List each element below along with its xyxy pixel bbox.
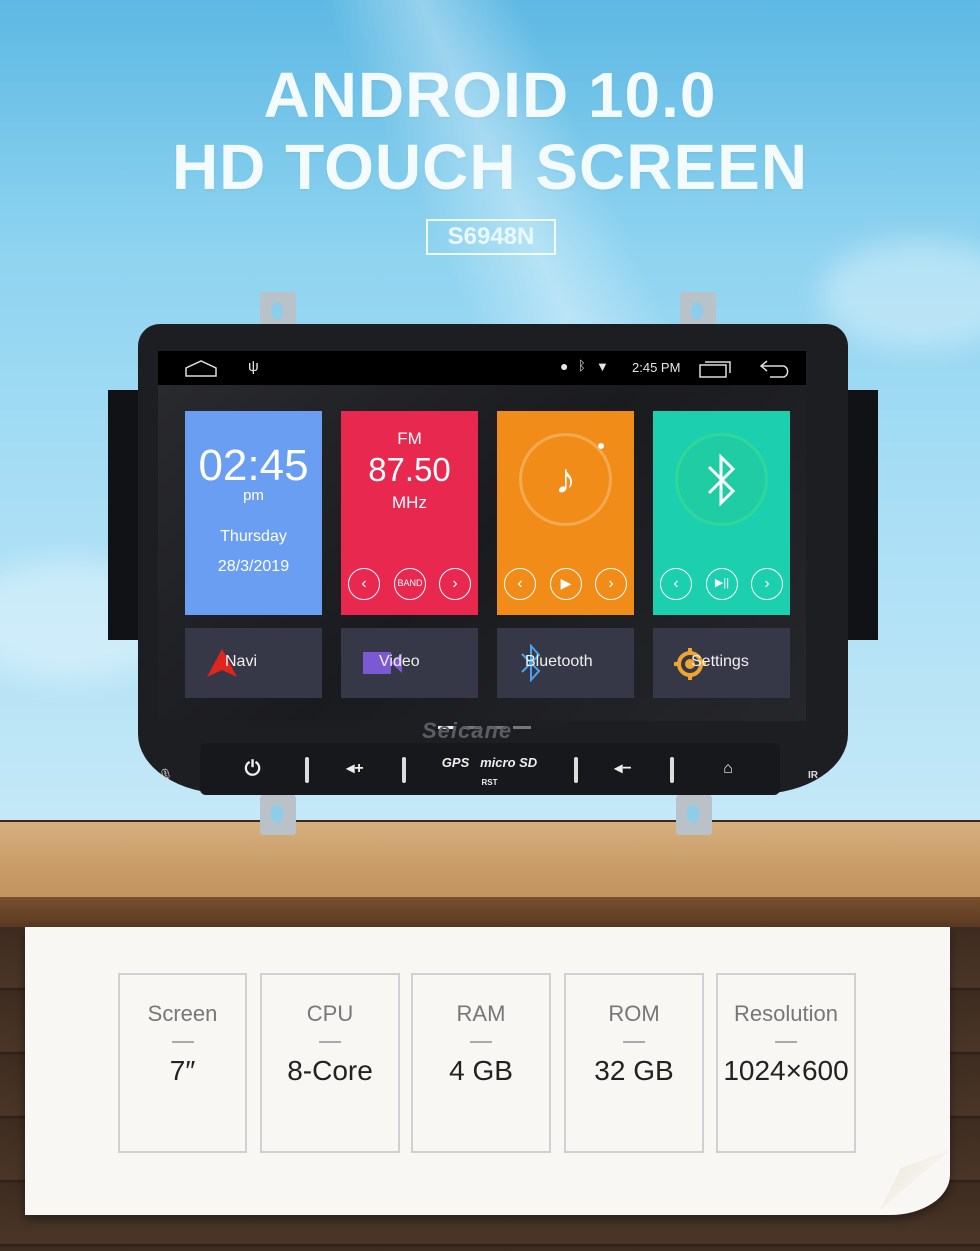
brand-logo: Seicane bbox=[422, 718, 513, 743]
app-video[interactable]: Video bbox=[341, 628, 478, 698]
volume-down-button[interactable]: ◂− bbox=[578, 743, 668, 795]
radio-frequency: 87.50 bbox=[368, 451, 451, 488]
location-icon: ● bbox=[560, 358, 569, 374]
headline-line2: HD TOUCH SCREEN bbox=[171, 131, 809, 203]
spec-value: 1024×600 bbox=[723, 1055, 849, 1086]
clock-day: Thursday bbox=[220, 528, 287, 545]
spec-value: 32 GB bbox=[594, 1055, 674, 1086]
divider bbox=[670, 757, 674, 783]
app-label: Settings bbox=[691, 653, 749, 670]
spec-label: CPU bbox=[306, 1001, 354, 1026]
music-play-button[interactable]: ▶ bbox=[550, 568, 582, 600]
headline-line1: ANDROID 10.0 bbox=[263, 59, 717, 131]
spec-rom: ROM 32 GB bbox=[564, 973, 704, 1153]
app-label: Bluetooth bbox=[525, 653, 593, 670]
radio-next-button[interactable]: › bbox=[439, 568, 471, 600]
spec-screen: Screen 7″ bbox=[118, 973, 247, 1153]
spec-cpu: CPU 8-Core bbox=[260, 973, 400, 1153]
radio-band-button[interactable]: BAND bbox=[394, 568, 426, 600]
bt-prev-button[interactable]: ‹ bbox=[660, 568, 692, 600]
radio-widget[interactable]: FM 87.50 MHz ‹ BAND › bbox=[341, 411, 478, 615]
recent-apps-icon[interactable] bbox=[698, 359, 732, 379]
spec-value: 4 GB bbox=[449, 1055, 513, 1086]
wifi-icon: ▼ bbox=[596, 359, 609, 374]
bt-play-pause-button[interactable]: ▶|| bbox=[706, 568, 738, 600]
spec-resolution: Resolution 1024×600 bbox=[716, 973, 856, 1153]
wood-shelf bbox=[0, 822, 980, 927]
music-prev-button[interactable]: ‹ bbox=[504, 568, 536, 600]
bluetooth-icon: ᛒ bbox=[578, 358, 586, 373]
spec-label: Screen bbox=[147, 1001, 218, 1026]
progress-dot bbox=[598, 443, 604, 449]
spec-value: 8-Core bbox=[287, 1055, 373, 1086]
app-settings[interactable]: Settings bbox=[653, 628, 790, 698]
spec-ram: RAM 4 GB bbox=[411, 973, 551, 1153]
status-time: 2:45 PM bbox=[632, 360, 681, 375]
clock-date: 28/3/2019 bbox=[217, 558, 290, 575]
music-widget[interactable]: ♪ ‹ ▶ › bbox=[497, 411, 634, 615]
sd-label: micro SD bbox=[480, 755, 538, 770]
spec-label: Resolution bbox=[734, 1001, 838, 1026]
spec-label: RAM bbox=[456, 1001, 506, 1026]
mic-icon: 🎙 bbox=[158, 768, 174, 782]
bluetooth-music-widget[interactable]: ‹ ▶|| › bbox=[653, 411, 790, 615]
divider bbox=[305, 757, 309, 783]
mount-bracket bbox=[676, 795, 712, 835]
radio-unit: MHz bbox=[392, 493, 427, 512]
divider bbox=[402, 757, 406, 783]
spec-label: ROM bbox=[608, 1001, 660, 1026]
bt-next-button[interactable]: › bbox=[751, 568, 783, 600]
app-navi[interactable]: Navi bbox=[185, 628, 322, 698]
app-label: Video bbox=[379, 653, 420, 670]
radio-prev-button[interactable]: ‹ bbox=[348, 568, 380, 600]
model-badge: S6948N bbox=[426, 219, 556, 255]
home-button[interactable]: ⌂ bbox=[676, 743, 780, 795]
clock-widget[interactable]: 02:45 pm Thursday 28/3/2019 bbox=[185, 411, 322, 615]
android-screen: ψ ● ᛒ ▼ 2:45 PM 02:45 pm Thursday 28/3/2… bbox=[158, 351, 806, 721]
spec-value: 7″ bbox=[169, 1055, 196, 1086]
music-next-button[interactable]: › bbox=[595, 568, 627, 600]
clock-time: 02:45 bbox=[198, 441, 309, 490]
power-button[interactable]: ⏻ bbox=[200, 743, 305, 795]
radio-band: FM bbox=[397, 429, 422, 448]
app-bluetooth[interactable]: Bluetooth bbox=[497, 628, 634, 698]
hardware-key-panel: ⏻ ◂+ GPS micro SD RST ◂− ⌂ bbox=[200, 743, 780, 795]
reset-button[interactable]: RST bbox=[407, 773, 572, 793]
status-bar: ψ ● ᛒ ▼ 2:45 PM bbox=[158, 351, 806, 385]
mount-bracket bbox=[260, 795, 296, 835]
ir-sensor: IR bbox=[808, 770, 818, 781]
gps-sd-slot[interactable]: GPS micro SD RST bbox=[407, 743, 572, 795]
home-outline-icon[interactable] bbox=[184, 359, 218, 377]
usb-icon: ψ bbox=[248, 358, 259, 375]
bluetooth-icon bbox=[707, 453, 736, 507]
gps-label: GPS bbox=[441, 755, 470, 770]
volume-up-button[interactable]: ◂+ bbox=[310, 743, 400, 795]
back-icon[interactable] bbox=[758, 359, 792, 379]
music-note-icon: ♪ bbox=[555, 455, 576, 502]
